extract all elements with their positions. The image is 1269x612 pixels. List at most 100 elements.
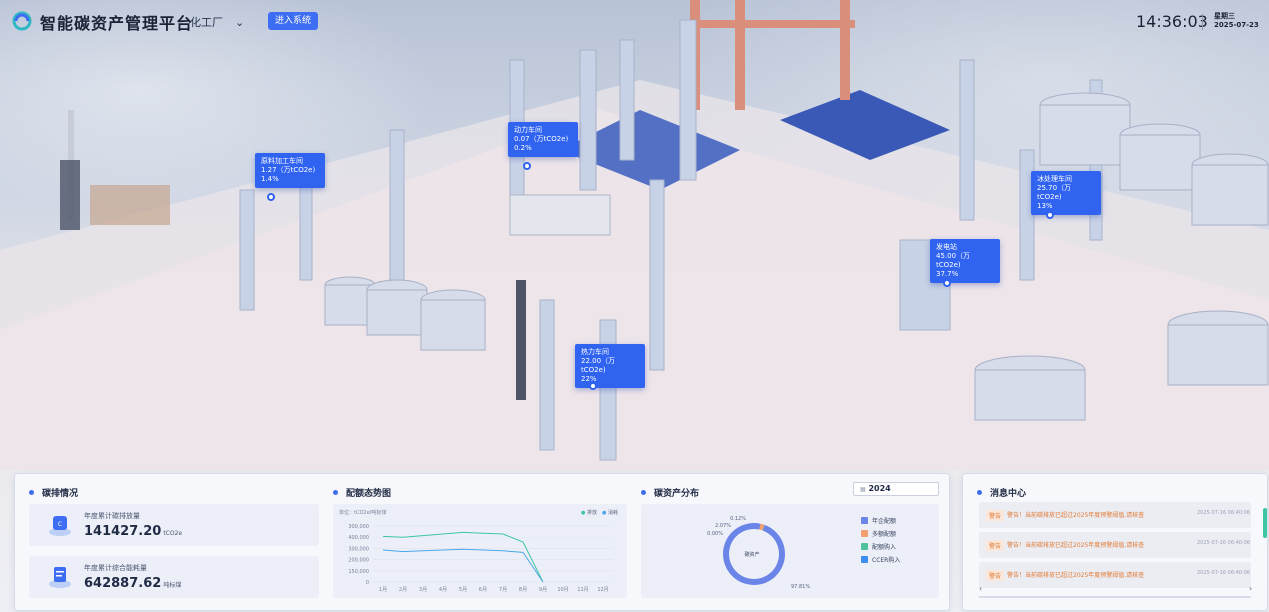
- year-selector[interactable]: ▦ 2024: [853, 482, 939, 496]
- tag-name: 冰处理车间: [1037, 175, 1072, 183]
- map-tag-ice-treatment[interactable]: 冰处理车间 25.70（万tCO2e) 13%: [1031, 171, 1101, 215]
- vertical-scrollbar[interactable]: [1263, 508, 1267, 538]
- slice-value-label: 2.07%: [715, 523, 731, 529]
- energy-document-icon: [49, 567, 71, 588]
- map-tag-thermal[interactable]: 热力车间 22.00（万tCO2e) 22%: [575, 344, 645, 388]
- asset-panel-title: 碳资产分布: [641, 486, 699, 499]
- dashboard-panel: 碳排情况 C 年度累计碳排放量 141427.20 tCO2e 年度累计综合能耗量…: [14, 473, 950, 611]
- divider: [1202, 14, 1203, 30]
- svg-text:C: C: [58, 521, 62, 528]
- value-unit: tCO2e: [163, 530, 183, 537]
- message-item[interactable]: 警告 警告！当前碳排放已超过2025年度预警阈值,请核查 2025-07-16 …: [979, 502, 1251, 528]
- tag-percent: 0.2%: [514, 144, 532, 152]
- plant-illustration: [0, 0, 1269, 470]
- warning-badge: 警告: [986, 570, 1005, 581]
- quota-line-chart: 300,000 400,000 300,000 200,000 150,000 0 1月 2月…: [348, 524, 613, 593]
- tag-percent: 1.4%: [261, 175, 279, 183]
- y-tick-label: 300,000: [348, 546, 369, 552]
- emission-card: C 年度累计碳排放量 141427.20 tCO2e: [29, 504, 319, 546]
- energy-card: 年度累计综合能耗量 642887.62 吨标煤: [29, 556, 319, 598]
- warning-badge: 警告: [986, 540, 1005, 551]
- legend-item: 配额购入: [861, 542, 900, 551]
- x-tick-label: 10月: [557, 587, 568, 593]
- value-number: 141427.20: [84, 524, 162, 539]
- x-tick-label: 8月: [519, 587, 527, 593]
- y-tick-label: 150,000: [348, 569, 369, 575]
- calendar-icon: ▦: [860, 486, 866, 493]
- legend-label: 年企配额: [872, 518, 897, 525]
- clock: 14:36:03: [1136, 12, 1208, 31]
- x-tick-label: 1月: [379, 587, 387, 593]
- asset-donut-chart: 碳资产 97.81% 2.07%0.12% 0.00%: [707, 516, 810, 590]
- message-item[interactable]: 警告 警告！当前碳排放已超过2025年度预警阈值,请核查 2025-07-16 …: [979, 562, 1251, 588]
- map-pin[interactable]: [943, 279, 951, 287]
- map-tag-raw-material[interactable]: 原料加工车间 1.27（万tCO2e) 1.4%: [255, 153, 325, 188]
- legend-swatch: [861, 530, 868, 537]
- slice-value-label: 97.81%: [791, 584, 810, 590]
- y-tick-label: 200,000: [348, 558, 369, 564]
- scroll-right-icon[interactable]: ›: [1249, 584, 1252, 593]
- card-label: 年度累计综合能耗量: [84, 564, 147, 572]
- legend-label: CCER购入: [872, 557, 901, 564]
- map-pin[interactable]: [267, 193, 275, 201]
- horizontal-scrollbar[interactable]: [979, 596, 1251, 598]
- tag-value: 25.70（万tCO2e): [1037, 184, 1072, 201]
- message-text: 警告！当前碳排放已超过2025年度预警阈值,请核查: [1007, 512, 1145, 519]
- quota-chart-area: 单位：tCO2e/吨标煤 ● 排放 ● 消耗 300,000 400,000 300…: [333, 504, 627, 598]
- carbon-emission-icon: C: [49, 516, 71, 536]
- card-label: 年度累计碳排放量: [84, 512, 140, 520]
- plant-selector-label: 化工厂: [190, 16, 223, 29]
- year-value: 2024: [868, 484, 891, 493]
- map-pin[interactable]: [589, 382, 597, 390]
- legend-label: 配额购入: [872, 544, 897, 551]
- map-pin[interactable]: [1046, 211, 1054, 219]
- map-pin[interactable]: [523, 162, 531, 170]
- map-tag-power-station[interactable]: 发电站 45.00（万tCO2e) 37.7%: [930, 239, 1000, 283]
- tag-percent: 37.7%: [936, 270, 959, 278]
- asset-legend: 年企配额 多额配额 配额购入 CCER购入: [861, 516, 900, 568]
- value-number: 642887.62: [84, 576, 162, 591]
- legend-swatch: [861, 543, 868, 550]
- message-time: 2025-07-16 06:40:06: [1197, 570, 1251, 576]
- legend-item: 多额配额: [861, 529, 900, 538]
- message-time: 2025-07-16 06:40:06: [1197, 540, 1251, 546]
- bullet-icon: [641, 490, 646, 495]
- enter-system-button[interactable]: 进入系统: [268, 12, 319, 30]
- legend-swatch: [861, 556, 868, 563]
- legend-item: 年企配额: [861, 516, 900, 525]
- message-time: 2025-07-16 06:40:06: [1197, 510, 1251, 516]
- donut-slice: [759, 523, 765, 531]
- tag-name: 动力车间: [514, 126, 542, 134]
- tag-value: 22.00（万tCO2e): [581, 357, 616, 374]
- series-line-1: [382, 548, 544, 583]
- message-item[interactable]: 警告 警告！当前碳排放已超过2025年度预警阈值,请核查 2025-07-16 …: [979, 532, 1251, 558]
- app-logo-icon: [12, 11, 32, 31]
- slice-value-label: 0.12%: [730, 516, 746, 522]
- panel-title-text: 配额态势图: [346, 489, 392, 499]
- tag-value: 0.07（万tCO2e): [514, 135, 569, 143]
- legend-item: CCER购入: [861, 555, 900, 564]
- scroll-left-icon[interactable]: ‹: [979, 584, 982, 593]
- legend-label: 多额配额: [872, 531, 897, 538]
- x-tick-label: 7月: [499, 587, 507, 593]
- app-title: 智能碳资产管理平台: [40, 14, 194, 33]
- map-tag-power[interactable]: 动力车间 0.07（万tCO2e) 0.2%: [508, 122, 578, 157]
- date: 2025-07-23: [1214, 21, 1259, 29]
- chevron-down-icon: ⌄: [235, 15, 245, 29]
- message-panel-title: 消息中心: [977, 486, 1026, 499]
- warning-badge: 警告: [986, 510, 1005, 521]
- x-tick-label: 3月: [419, 587, 427, 593]
- plant-selector[interactable]: 化工厂 ⌄: [190, 14, 244, 30]
- tag-name: 发电站: [936, 243, 957, 251]
- date-block: 星期三 2025-07-23: [1214, 12, 1259, 30]
- emission-panel-title: 碳排情况: [29, 486, 78, 499]
- x-tick-label: 2月: [399, 587, 407, 593]
- y-tick-label: 400,000: [348, 535, 369, 541]
- message-text: 警告！当前碳排放已超过2025年度预警阈值,请核查: [1007, 542, 1145, 549]
- tag-value: 45.00（万tCO2e): [936, 252, 971, 269]
- bullet-icon: [29, 490, 34, 495]
- asset-chart-area: 碳资产 97.81% 2.07% 0.12% 0.00% 年企配额 多额配额 配额购入 …: [641, 504, 939, 598]
- weekday: 星期三: [1214, 12, 1235, 20]
- donut-center-label: 碳资产: [744, 551, 759, 558]
- x-tick-label: 4月: [439, 587, 447, 593]
